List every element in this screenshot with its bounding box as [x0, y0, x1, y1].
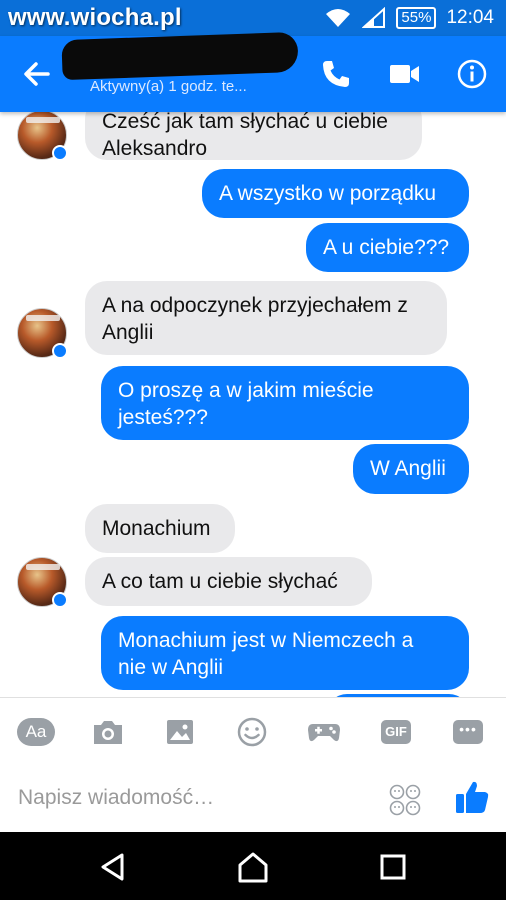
message-outgoing[interactable]: A u ciebie???	[306, 223, 469, 272]
phone-icon[interactable]	[318, 56, 354, 92]
aa-icon[interactable]: Aa	[16, 716, 56, 748]
message-outgoing[interactable]: W Anglii	[353, 444, 469, 494]
info-icon[interactable]	[454, 56, 490, 92]
contact-name-redacted[interactable]	[61, 31, 299, 81]
thumbs-up-icon[interactable]	[453, 778, 491, 816]
composer: Aa GIF ••• Napisz wiadomość…	[0, 697, 506, 832]
message-incoming[interactable]: Monachium	[85, 504, 235, 553]
aa-label: Aa	[17, 718, 55, 746]
messenger-badge-icon	[52, 343, 68, 359]
android-nav-bar	[0, 832, 506, 900]
avatar[interactable]	[17, 112, 68, 161]
signal-icon	[362, 7, 386, 28]
nav-home-icon[interactable]	[236, 850, 270, 884]
messenger-badge-icon	[52, 145, 68, 161]
camera-icon[interactable]	[88, 716, 128, 748]
nav-back-icon[interactable]	[96, 850, 130, 884]
image-icon[interactable]	[160, 716, 200, 748]
chat-header: Aktywny(a) 1 godz. te...	[0, 31, 506, 112]
back-arrow-icon[interactable]	[18, 56, 58, 92]
emoji-picker-icon[interactable]	[388, 784, 422, 816]
smiley-icon[interactable]	[232, 716, 272, 748]
message-incoming[interactable]: Cześć jak tam słychać u ciebie Aleksandr…	[85, 112, 422, 160]
avatar[interactable]	[17, 557, 68, 608]
watermark: www.wiocha.pl	[8, 4, 182, 31]
gif-icon[interactable]: GIF	[376, 716, 416, 748]
clock: 12:04	[446, 7, 494, 28]
more-icon[interactable]: •••	[448, 716, 488, 748]
message-incoming[interactable]: A co tam u ciebie słychać	[85, 557, 372, 606]
status-icons: 55% 12:04	[324, 6, 494, 30]
message-incoming[interactable]: A na odpoczynek przyjechałem z Anglii	[85, 281, 447, 355]
more-label: •••	[453, 720, 483, 744]
battery-indicator: 55%	[396, 7, 437, 29]
gamepad-icon[interactable]	[304, 716, 344, 748]
contact-status: Aktywny(a) 1 godz. te...	[90, 78, 247, 95]
status-bar: www.wiocha.pl 55% 12:04	[0, 0, 506, 36]
video-icon[interactable]	[386, 56, 422, 92]
message-outgoing[interactable]: Monachium jest w Niemczech a nie w Angli…	[101, 616, 469, 690]
message-outgoing[interactable]: O proszę a w jakim mieście jesteś???	[101, 366, 469, 440]
message-input[interactable]: Napisz wiadomość…	[18, 786, 358, 810]
message-list[interactable]: Cześć jak tam słychać u ciebie Aleksandr…	[0, 112, 506, 697]
nav-recents-icon[interactable]	[376, 850, 410, 884]
wifi-icon	[326, 9, 351, 27]
message-outgoing[interactable]: A wszystko w porządku	[202, 169, 469, 218]
gif-label: GIF	[381, 720, 411, 744]
messenger-badge-icon	[52, 592, 68, 608]
avatar[interactable]	[17, 308, 68, 359]
